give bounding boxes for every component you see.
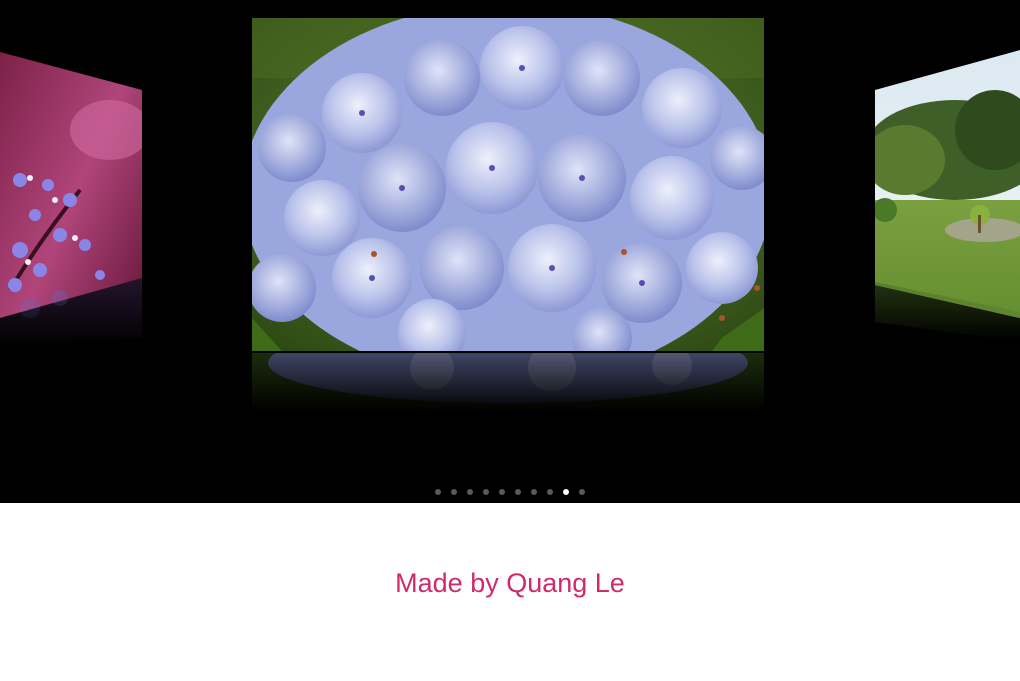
- page-dot[interactable]: [547, 489, 553, 495]
- page-dot[interactable]: [451, 489, 457, 495]
- page-dot[interactable]: [483, 489, 489, 495]
- slide-right[interactable]: [875, 50, 1020, 350]
- slide-center[interactable]: [252, 18, 764, 413]
- slide-center-reflection: [252, 353, 764, 413]
- page-dot[interactable]: [435, 489, 441, 495]
- slide-left-reflection: [0, 278, 142, 348]
- page-dot[interactable]: [467, 489, 473, 495]
- blue-hydrangea-photo: [252, 18, 764, 351]
- credit-text: Made by Quang Le: [395, 568, 625, 598]
- slide-left[interactable]: [0, 40, 142, 370]
- page-indicator[interactable]: [0, 489, 1020, 495]
- page-dot[interactable]: [531, 489, 537, 495]
- page-dot[interactable]: [563, 489, 569, 495]
- page-dot[interactable]: [579, 489, 585, 495]
- slide-right-reflection: [875, 282, 1020, 342]
- page-dot[interactable]: [499, 489, 505, 495]
- coverflow-carousel[interactable]: [0, 0, 1020, 503]
- page-dot[interactable]: [515, 489, 521, 495]
